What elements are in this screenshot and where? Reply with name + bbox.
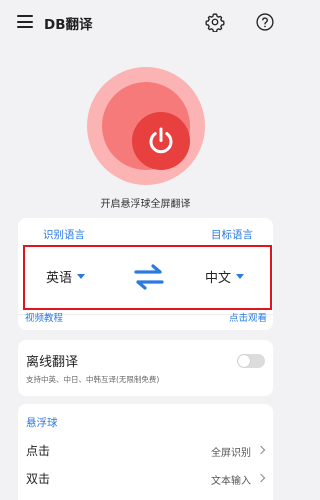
watch-link[interactable]: 点击观看 <box>229 310 267 324</box>
top-bar: DB翻译 <box>0 0 291 46</box>
offline-toggle[interactable] <box>237 354 265 368</box>
chevron-down-icon <box>77 274 86 279</box>
click-setting-row[interactable]: 点击 全屏识别 <box>18 436 273 464</box>
source-language-label: 英语 <box>46 271 73 286</box>
chevron-right-icon <box>256 445 266 455</box>
target-language-select[interactable]: 中文 <box>205 267 245 286</box>
swap-arrows-icon[interactable] <box>133 264 165 290</box>
power-ring <box>102 82 190 170</box>
target-language-header: 目标语言 <box>211 229 253 241</box>
power-core <box>132 112 190 170</box>
double-click-setting-row[interactable]: 双击 文本输入 <box>18 464 273 492</box>
offline-translation-card: 离线翻译 支持中英、中日、中韩互译(无限制免费) <box>18 340 273 396</box>
language-selector-highlight: 英语 中文 <box>23 245 272 310</box>
floating-ball-card: 悬浮球 点击 全屏识别 双击 文本输入 <box>18 404 273 500</box>
app-title: DB翻译 <box>44 17 93 33</box>
double-click-action-label: 双击 <box>26 472 51 486</box>
power-icon <box>149 127 173 154</box>
offline-subtitle: 支持中英、中日、中韩互译(无限制免费) <box>26 375 160 384</box>
video-tutorial-link[interactable]: 视频教程 <box>25 310 63 324</box>
click-action-label: 点击 <box>26 444 51 458</box>
power-button[interactable] <box>87 67 205 185</box>
toggle-knob <box>238 355 250 367</box>
source-language-header: 识别语言 <box>43 229 85 241</box>
source-language-select[interactable]: 英语 <box>46 267 86 286</box>
chevron-down-icon <box>236 274 245 279</box>
offline-title: 离线翻译 <box>26 355 79 370</box>
tutorial-row: 视频教程 点击观看 <box>0 302 291 330</box>
floating-ball-header: 悬浮球 <box>26 417 58 429</box>
double-click-action-value: 文本输入 <box>211 476 251 487</box>
power-label: 开启悬浮球全屏翻译 <box>100 199 191 210</box>
chevron-right-icon <box>256 473 266 483</box>
help-icon[interactable] <box>255 12 275 32</box>
menu-icon[interactable] <box>17 15 33 28</box>
target-language-label: 中文 <box>205 271 232 286</box>
click-action-value: 全屏识别 <box>211 448 251 459</box>
gear-icon[interactable] <box>205 12 225 32</box>
